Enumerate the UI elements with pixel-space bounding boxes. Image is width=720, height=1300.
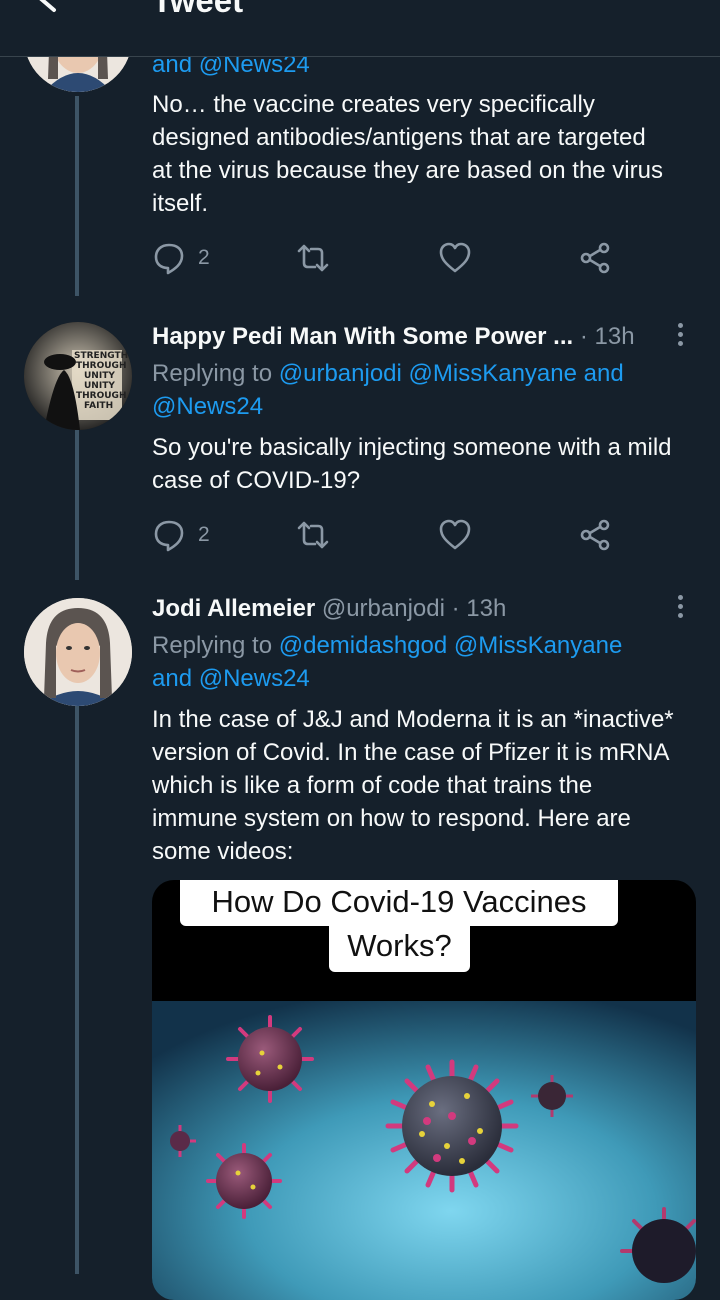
tweet-text-line: itself. — [152, 190, 209, 217]
display-name[interactable]: Happy Pedi Man With Some Power ... — [152, 323, 573, 350]
retweet-button[interactable] — [296, 238, 330, 278]
handle[interactable]: @urbanjodi — [322, 595, 445, 622]
reply-count: 2 — [198, 523, 210, 546]
like-button[interactable] — [438, 515, 472, 555]
arrow-left-icon[interactable] — [34, 0, 78, 30]
tweet-text-line: No… the vaccine creates very specificall… — [152, 91, 595, 118]
virus-illustration — [152, 1001, 696, 1300]
tweet-actions: 2 — [152, 515, 632, 555]
video-caption: How Do Covid-19 Vaccines — [180, 880, 618, 926]
display-name[interactable]: Jodi Allemeier — [152, 595, 315, 622]
share-button[interactable] — [578, 238, 612, 278]
more-options-icon[interactable] — [674, 320, 686, 350]
tweet-text-line: which is like a form of code that trains… — [152, 772, 593, 799]
reply-icon — [154, 243, 184, 275]
reply-button[interactable]: 2 — [152, 238, 210, 278]
more-options-icon[interactable] — [674, 592, 686, 622]
retweet-button[interactable] — [296, 515, 330, 555]
avatar-text: FAITH — [84, 401, 113, 411]
thread-connector — [75, 96, 79, 296]
reply-button[interactable]: 2 — [152, 515, 210, 555]
avatar-text: STRENGTH — [74, 351, 128, 361]
reply-count: 2 — [198, 246, 210, 269]
avatar[interactable]: STRENGTH THROUGH UNITY UNITY THROUGH FAI… — [24, 322, 132, 430]
timestamp[interactable]: · 13h — [580, 323, 635, 350]
avatar-text: THROUGH — [76, 361, 126, 371]
avatar-text: UNITY — [84, 381, 115, 391]
share-icon — [580, 519, 610, 551]
thread-connector — [75, 430, 79, 580]
avatar-text: THROUGH — [76, 391, 126, 401]
replying-label: Replying to — [152, 360, 273, 387]
replying-to: Replying to @urbanjodi @MissKanyane and — [152, 357, 624, 390]
reply-mentions[interactable]: @demidashgod @MissKanyane — [279, 632, 623, 659]
tweet-actions: 2 — [152, 238, 632, 278]
reply-mentions[interactable]: and @News24 — [152, 662, 310, 695]
tweet-text-line: case of COVID-19? — [152, 467, 361, 494]
share-button[interactable] — [578, 515, 612, 555]
tweet-header: Happy Pedi Man With Some Power ... · 13h — [152, 320, 635, 353]
share-icon — [580, 242, 610, 274]
heart-icon — [439, 519, 471, 550]
video-card[interactable]: How Do Covid-19 Vaccines Works? — [152, 880, 696, 1300]
replying-to: Replying to @demidashgod @MissKanyane — [152, 629, 622, 662]
retweet-icon — [297, 244, 329, 272]
heart-icon — [439, 242, 471, 273]
thread-connector — [75, 706, 79, 1274]
video-caption: Works? — [329, 926, 470, 972]
tweet-header: Jodi Allemeier @urbanjodi · 13h — [152, 592, 506, 625]
tweet-text-line: version of Covid. In the case of Pfizer … — [152, 739, 670, 766]
like-button[interactable] — [438, 238, 472, 278]
tweet-text-line: some videos: — [152, 838, 294, 865]
tweet-text-line: immune system on how to respond. Here ar… — [152, 805, 631, 832]
reply-mentions[interactable]: @News24 — [152, 390, 263, 423]
page-title: Tweet — [152, 0, 244, 19]
reply-icon — [154, 520, 184, 552]
tweet-text-line: designed antibodies/antigens that are ta… — [152, 124, 646, 151]
avatar-text: UNITY — [84, 371, 115, 381]
tweet-text: So you're basically injecting someone wi… — [152, 431, 672, 497]
top-bar: Tweet — [0, 0, 720, 57]
retweet-icon — [297, 521, 329, 549]
tweet-text: In the case of J&J and Moderna it is an … — [152, 703, 674, 868]
reply-mentions[interactable]: @urbanjodi @MissKanyane and — [279, 360, 624, 387]
timestamp[interactable]: · 13h — [452, 595, 507, 622]
tweet-text-line: at the virus because they are based on t… — [152, 157, 663, 184]
replying-label: Replying to — [152, 632, 273, 659]
tweet-text-line: So you're basically injecting someone wi… — [152, 434, 672, 461]
tweet-text: No… the vaccine creates very specificall… — [152, 88, 663, 220]
avatar[interactable] — [24, 598, 132, 706]
tweet-text-line: In the case of J&J and Moderna it is an … — [152, 706, 674, 733]
